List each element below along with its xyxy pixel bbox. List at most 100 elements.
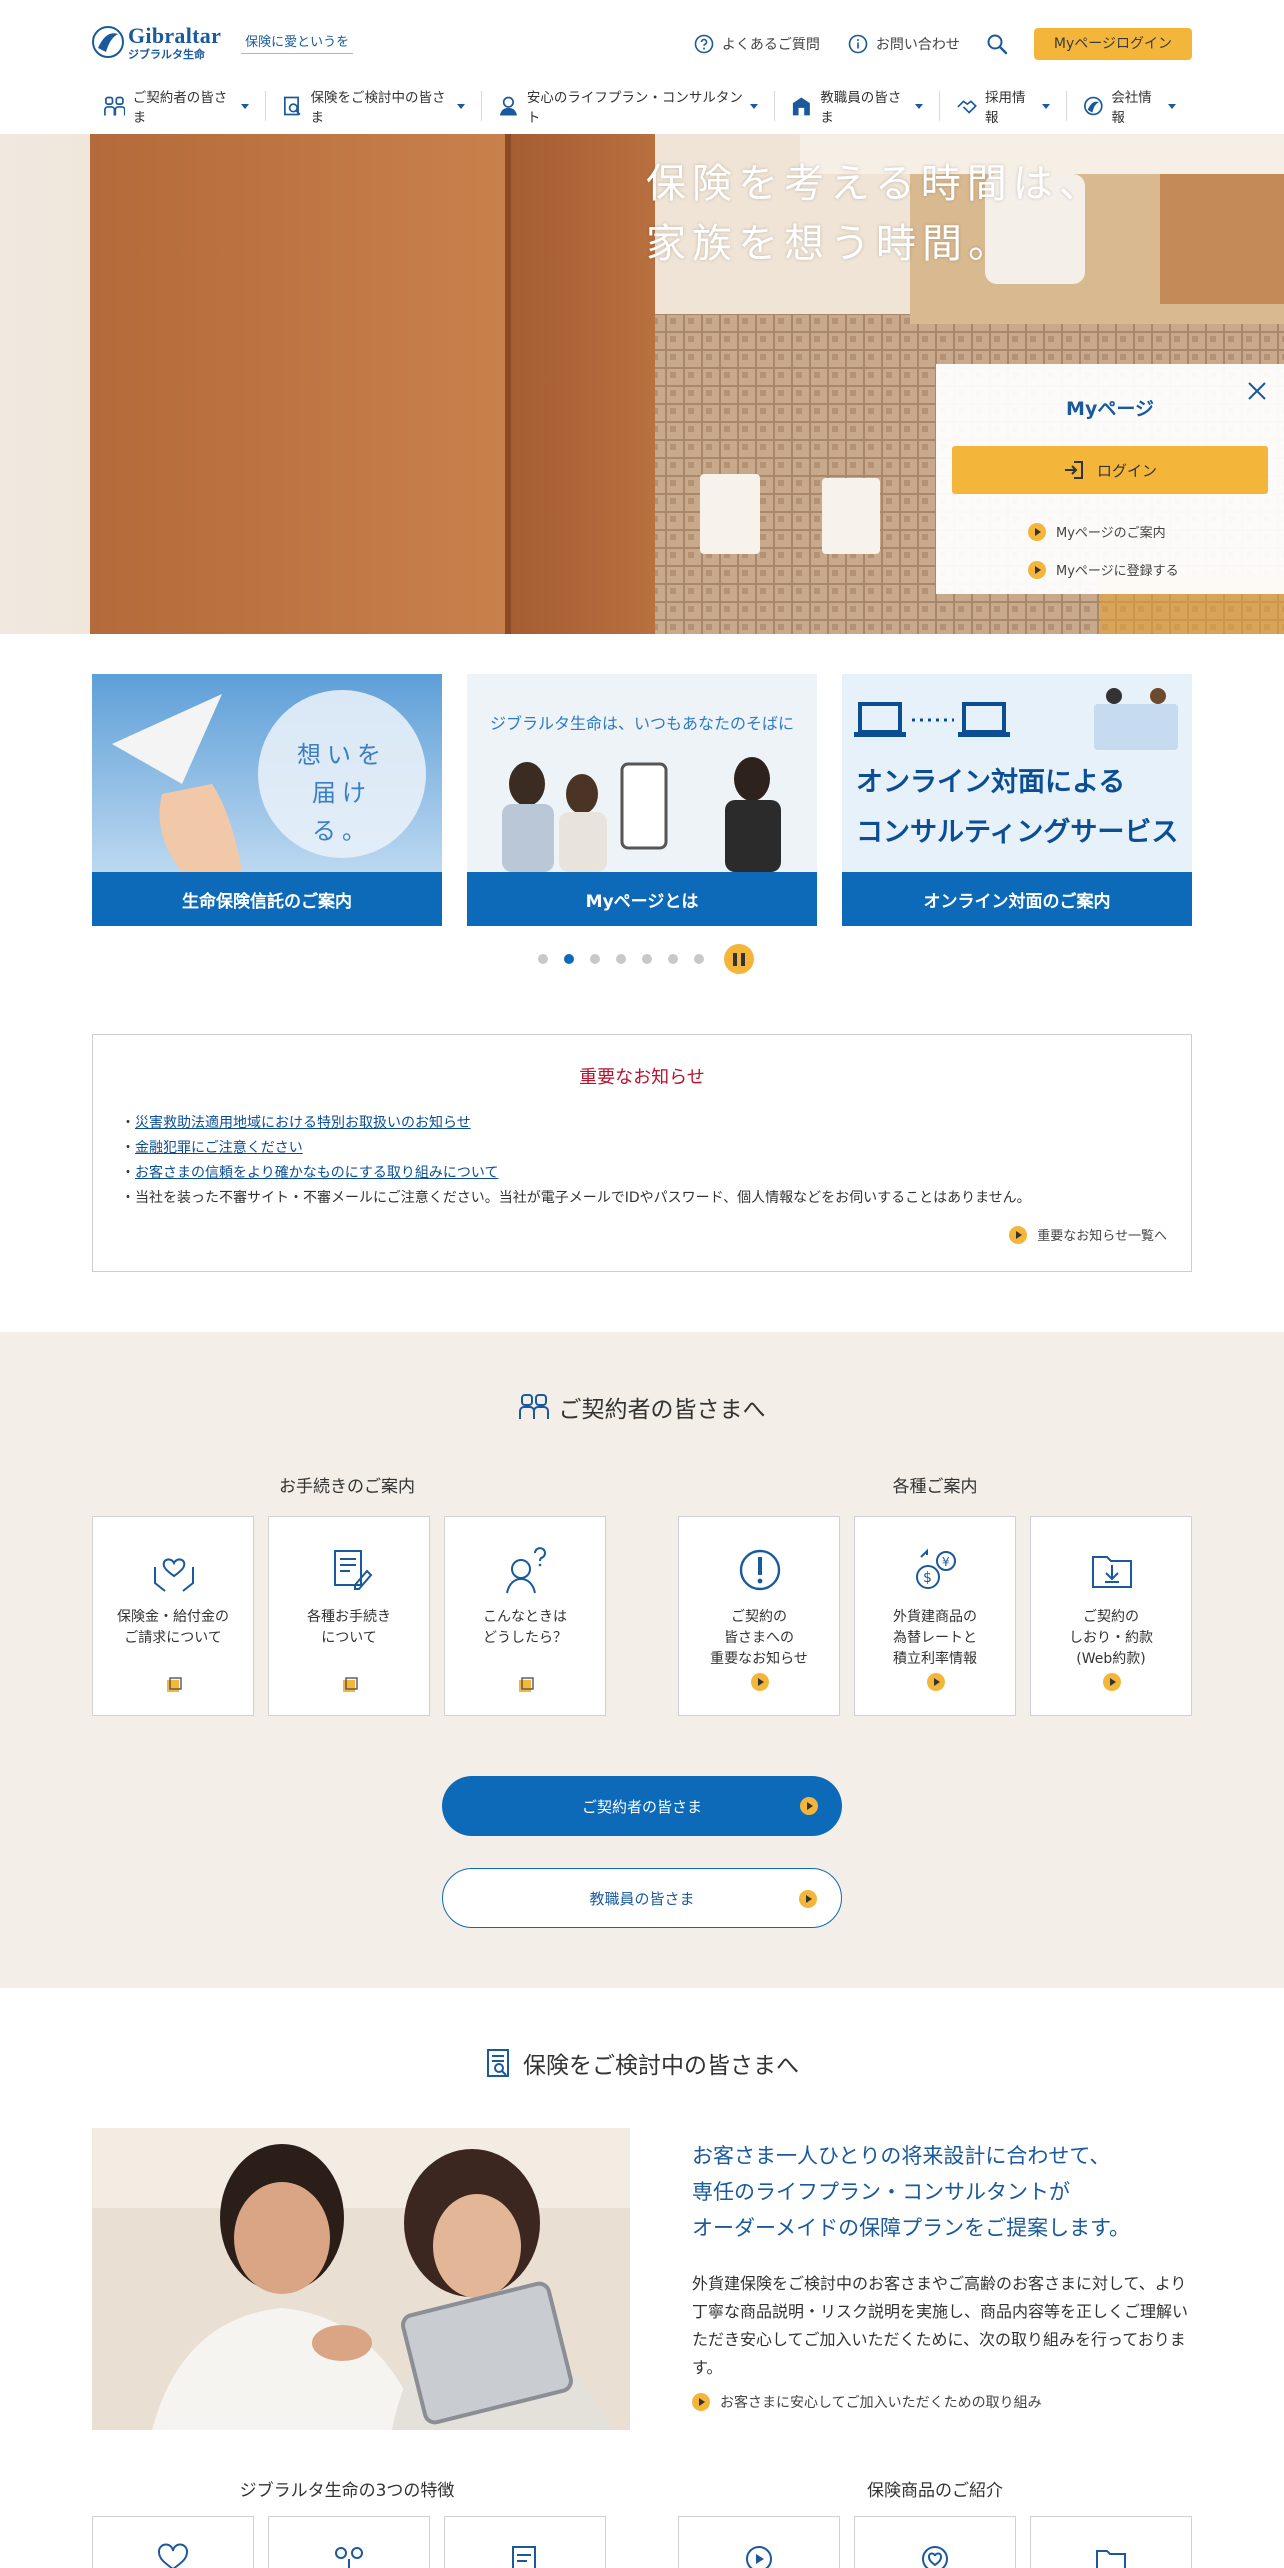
- carousel-dot-1[interactable]: [538, 954, 548, 964]
- global-nav-item-3[interactable]: 安心のライフプラン・コンサルタント: [481, 90, 774, 126]
- utility-nav: よくあるご質問 お問い合わせ Myページログイン: [666, 28, 1192, 60]
- feature-tile-3[interactable]: [444, 2516, 606, 2568]
- mypage-login-button[interactable]: Myページログイン: [1033, 28, 1192, 60]
- mypage-login-panel-button[interactable]: ログイン: [952, 446, 1268, 494]
- feature-tile-1[interactable]: [92, 2516, 254, 2568]
- carousel-card-mypage[interactable]: ジブラルタ生命は、いつもあなたのそばに Myページとは: [467, 674, 817, 926]
- mypage-guide-link[interactable]: Myページのご案内: [1028, 522, 1166, 541]
- notices-more-link[interactable]: 重要なお知らせ一覧へ: [1009, 1225, 1167, 1244]
- tile-exchange-rates[interactable]: $ ¥ 外貨建商品の 為替レートと 積立利率情報: [854, 1516, 1016, 1716]
- global-nav-item-5[interactable]: 採用情報: [939, 90, 1065, 126]
- form-pen-icon: [334, 1550, 373, 1590]
- contract-holders-button-label: ご契約者の皆さま: [581, 1797, 702, 1816]
- notice-link-1[interactable]: 災害救助法適用地域における特別お取扱いのお知らせ: [135, 1115, 471, 1131]
- carousel-dot-5[interactable]: [642, 954, 652, 964]
- notices-list: ・災害救助法適用地域における特別お取扱いのお知らせ ・金融犯罪にご注意ください …: [121, 1111, 1031, 1211]
- pause-button[interactable]: [724, 944, 754, 974]
- contact-link[interactable]: お問い合わせ: [848, 34, 960, 54]
- mypage-panel-title: Myページ: [1066, 398, 1154, 420]
- carousel-caption-2: Myページとは: [467, 872, 817, 926]
- global-nav-label: 保険をご検討中の皆さま: [310, 90, 446, 126]
- caret-down-icon: [915, 103, 924, 109]
- arrow-circle-icon: [800, 1797, 818, 1815]
- consider-link[interactable]: お客さまに安心してご加入いただくための取り組み: [692, 2392, 1042, 2412]
- tile-help[interactable]: こんなときは どうしたら？: [444, 1516, 606, 1716]
- brand-tagline: 保険に愛というを: [241, 31, 354, 54]
- tile-procedures-label: 各種お手続き について: [307, 1609, 391, 1646]
- arrow-circle-icon: [1028, 560, 1046, 579]
- teachers-button[interactable]: 教職員の皆さま: [442, 1868, 842, 1928]
- tile-claims-label: 保険金・給付金の ご請求について: [117, 1609, 229, 1646]
- tile-policy-terms[interactable]: ご契約の しおり・約款 (Web約款): [1030, 1516, 1192, 1716]
- pause-icon: [741, 952, 745, 966]
- notice-item: ・当社を装った不審サイト・不審メールにご注意ください。当社が電子メールでIDやパ…: [121, 1190, 1031, 1206]
- window-link-icon: [343, 1677, 358, 1692]
- hero-line-2: 家族を想う時間。: [646, 221, 1014, 267]
- mypage-panel: Myページ ログイン Myページのご案内 Myページに登録する: [936, 364, 1284, 594]
- consider-section-title: 保険をご検討中の皆さまへ: [0, 2046, 1284, 2080]
- card-art-line-2: コンサルティングサービス: [856, 817, 1179, 848]
- consider-link-label: お客さまに安心してご加入いただくための取り組み: [720, 2395, 1042, 2411]
- arrow-circle-icon: [1103, 1673, 1121, 1691]
- notice-link-3[interactable]: お客さまの信頼をより確かなものにする取り組みについて: [135, 1165, 498, 1181]
- notice-item: ・お客さまの信頼をより確かなものにする取り組みについて: [121, 1165, 499, 1181]
- global-nav-label: 教職員の皆さま: [820, 90, 902, 126]
- tile-procedures[interactable]: 各種お手続き について: [268, 1516, 430, 1716]
- site-header: Gibraltar ジブラルタ生命 保険に愛というを よくあるご質問 お問い合わ…: [0, 0, 1284, 134]
- logo-japanese: ジブラルタ生命: [128, 47, 205, 61]
- carousel-card-trust[interactable]: 想いを 届ける。 生命保険信託のご案内: [92, 674, 442, 926]
- folder-icon: [1096, 2550, 1126, 2568]
- caret-down-icon: [240, 103, 249, 109]
- notices-title: 重要なお知らせ: [579, 1067, 705, 1088]
- card-art-text-2: ジブラルタ生命は、いつもあなたのそばに: [489, 714, 794, 733]
- tile-important-info[interactable]: ご契約の 皆さまへの 重要なお知らせ: [678, 1516, 840, 1716]
- carousel-card-online[interactable]: オンライン対面による コンサルティングサービス オンライン対面のご案内: [842, 674, 1192, 926]
- notice-plain-text: 当社を装った不審サイト・不審メールにご注意ください。当社が電子メールでIDやパス…: [135, 1190, 1031, 1206]
- tile-policy-terms-label: ご契約の しおり・約款 (Web約款): [1069, 1609, 1153, 1667]
- carousel-caption-3: オンライン対面のご案内: [842, 872, 1192, 926]
- contract-title-text: ご契約者の皆さまへ: [558, 1397, 766, 1423]
- caret-down-icon: [1041, 103, 1050, 109]
- carousel-dot-2[interactable]: [564, 954, 574, 964]
- tile-important-info-label: ご契約の 皆さまへの 重要なお知らせ: [710, 1609, 808, 1667]
- question-circle-icon: [694, 34, 714, 54]
- carousel-dot-4[interactable]: [616, 954, 626, 964]
- contract-holders-button[interactable]: ご契約者の皆さま: [442, 1776, 842, 1836]
- caret-down-icon: [750, 103, 759, 109]
- global-nav-item-6[interactable]: 会社情報: [1065, 90, 1192, 126]
- notice-item: ・金融犯罪にご注意ください: [121, 1140, 303, 1156]
- tile-claims[interactable]: 保険金・給付金の ご請求について: [92, 1516, 254, 1716]
- hero-catchcopy: 保険を考える時間は、 家族を想う時間。: [646, 154, 1105, 274]
- feature-tile-2[interactable]: [268, 2516, 430, 2568]
- mypage-register-link[interactable]: Myページに登録する: [1028, 560, 1179, 579]
- global-nav-item-2[interactable]: 保険をご検討中の皆さま: [264, 90, 481, 126]
- consider-title-text: 保険をご検討中の皆さまへ: [523, 2053, 799, 2079]
- caret-down-icon: [457, 103, 466, 109]
- faq-label: よくあるご質問: [721, 37, 820, 53]
- contract-holders-section: ご契約者の皆さまへ お手続きのご案内 各種ご案内 保険金・給付金の ご請求につい…: [0, 1332, 1284, 1988]
- features-label: ジブラルタ生命の3つの特徴: [239, 2481, 455, 2501]
- consider-body: 外貨建保険をご検討中のお客さまやご高齢のお客さまに対して、より丁寧な商品説明・リ…: [692, 2274, 1189, 2377]
- school-icon: [793, 97, 811, 116]
- search-icon[interactable]: [986, 33, 1008, 55]
- carousel-dot-6[interactable]: [668, 954, 678, 964]
- people-icon: [104, 96, 125, 116]
- document-search-icon: [487, 2049, 509, 2077]
- product-tile-2[interactable]: [854, 2516, 1016, 2568]
- card-art-text-3: オンライン対面による コンサルティングサービス: [856, 758, 1178, 858]
- global-nav-item-4[interactable]: 教職員の皆さま: [774, 90, 939, 126]
- mypage-login-label: ログイン: [1096, 461, 1157, 480]
- notice-link-2[interactable]: 金融犯罪にご注意ください: [135, 1140, 303, 1156]
- global-nav-item-1[interactable]: ご契約者の皆さま: [92, 90, 265, 126]
- product-tile-1[interactable]: [678, 2516, 840, 2568]
- exclamation-icon: [739, 1549, 781, 1591]
- faq-link[interactable]: よくあるご質問: [694, 34, 820, 54]
- product-tile-3[interactable]: [1030, 2516, 1192, 2568]
- carousel-dot-7[interactable]: [694, 954, 704, 964]
- gibraltar-logo[interactable]: Gibraltar ジブラルタ生命 保険に愛というを: [92, 24, 354, 61]
- logo-mark-icon: [92, 26, 124, 58]
- consultant-icon: [499, 96, 517, 116]
- info-circle-icon: [848, 34, 868, 54]
- carousel-dot-3[interactable]: [590, 954, 600, 964]
- couple-tablet-photo: [92, 2128, 630, 2430]
